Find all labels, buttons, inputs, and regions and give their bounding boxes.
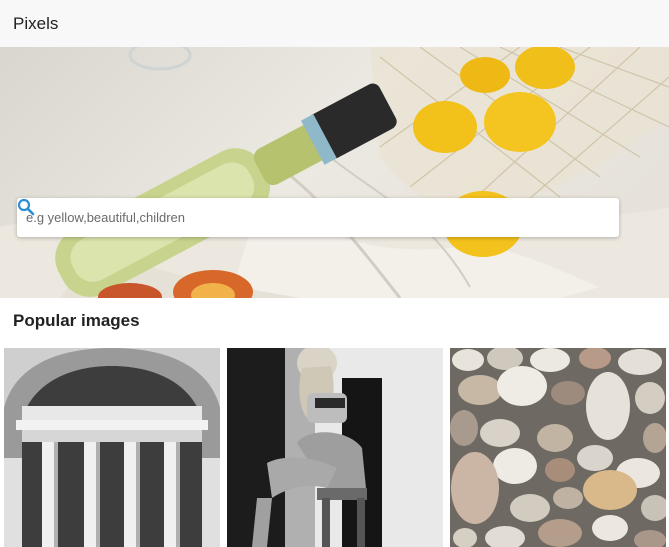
search-bar (17, 198, 619, 237)
popular-images-grid (4, 348, 666, 547)
hero-banner (0, 47, 669, 298)
popular-image-tile[interactable] (4, 348, 220, 547)
popular-image-tile[interactable] (227, 348, 443, 547)
search-button[interactable] (17, 198, 607, 235)
popular-images-title: Popular images (13, 311, 140, 330)
building-image (4, 348, 220, 547)
popular-image-tile[interactable] (450, 348, 666, 547)
woman-image (227, 348, 443, 547)
search-input[interactable] (17, 198, 573, 237)
search-icon (17, 198, 35, 216)
app-title: Pixels (13, 13, 59, 33)
pebbles-image (450, 348, 666, 547)
app-bar: Pixels (0, 0, 669, 47)
hero-image (0, 47, 669, 298)
